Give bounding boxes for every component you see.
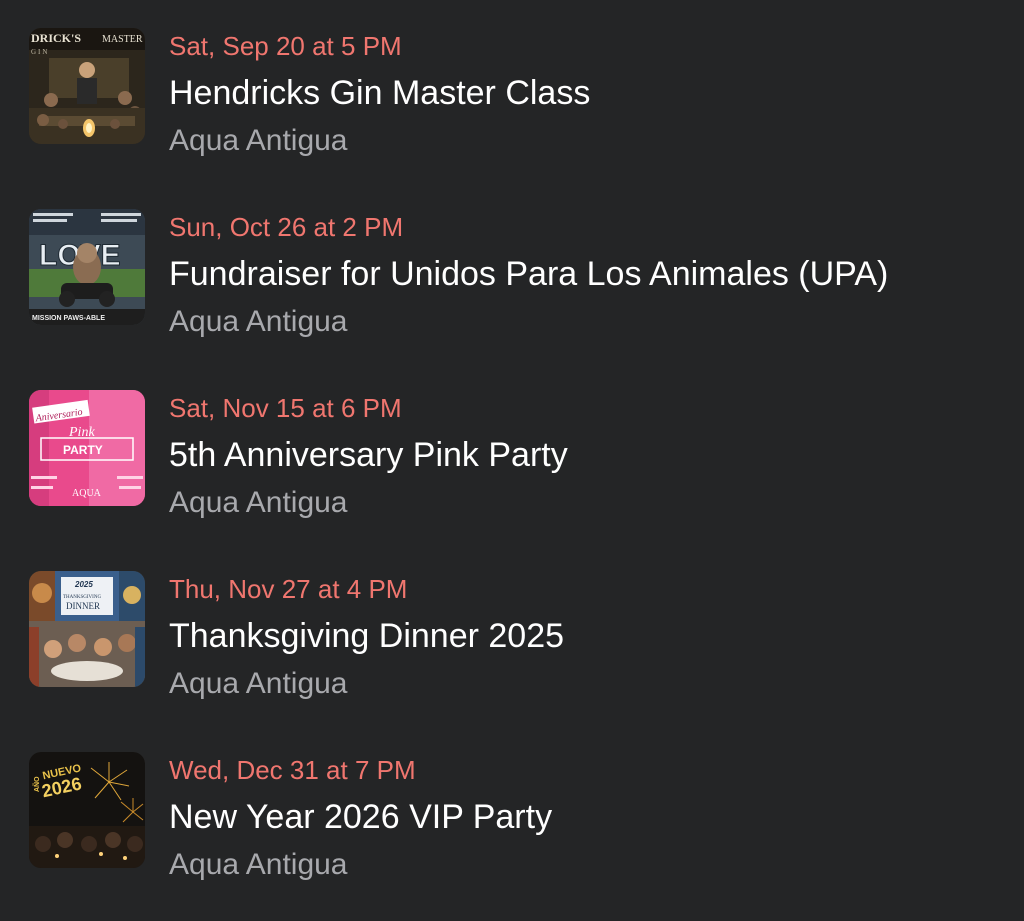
event-item-upa-fundraiser[interactable]: LOVE MISSION PAWS-ABLE Sun, Oct 26 at 2 … <box>0 181 1024 351</box>
event-venue: Aqua Antigua <box>169 667 348 700</box>
event-title[interactable]: 5th Anniversary Pink Party <box>169 434 568 476</box>
thumb-text: GIN <box>31 48 49 56</box>
event-date: Sun, Oct 26 at 2 PM <box>169 212 404 242</box>
event-date: Sat, Nov 15 at 6 PM <box>169 393 402 423</box>
event-item-hendricks[interactable]: DRICK'S MASTER GIN Sat, Sep 20 at 5 PM H… <box>0 0 1024 170</box>
thumb-text: PARTY <box>63 443 103 457</box>
events-list: DRICK'S MASTER GIN Sat, Sep 20 at 5 PM H… <box>0 0 1024 921</box>
event-title[interactable]: Fundraiser for Unidos Para Los Animales … <box>169 253 888 295</box>
event-venue: Aqua Antigua <box>169 305 348 338</box>
event-venue: Aqua Antigua <box>169 124 348 157</box>
event-date: Wed, Dec 31 at 7 PM <box>169 755 416 785</box>
thumb-text: 2025 <box>74 580 93 589</box>
event-venue: Aqua Antigua <box>169 486 348 519</box>
event-date: Sat, Sep 20 at 5 PM <box>169 31 402 61</box>
event-title[interactable]: Thanksgiving Dinner 2025 <box>169 615 564 657</box>
thumb-text: DRICK'S <box>31 31 81 45</box>
thumb-text: THANKSGIVING <box>63 595 101 600</box>
thumb-text: AQUA <box>72 488 102 499</box>
thanksgiving-collage[interactable]: 2025 THANKSGIVING DINNER <box>29 571 145 687</box>
event-title[interactable]: New Year 2026 VIP Party <box>169 796 552 838</box>
event-item-thanksgiving[interactable]: 2025 THANKSGIVING DINNER Thu, Nov 27 at … <box>0 543 1024 713</box>
event-item-pink-party[interactable]: Aniversario Pink PARTY AQUA Sat, Nov 15 … <box>0 362 1024 532</box>
fireworks-party-photo[interactable]: AÑO NUEVO 2026 <box>29 752 145 868</box>
thumb-text: DINNER <box>66 601 100 611</box>
event-title[interactable]: Hendricks Gin Master Class <box>169 72 590 114</box>
pink-party-poster[interactable]: Aniversario Pink PARTY AQUA <box>29 390 145 506</box>
event-item-new-year[interactable]: AÑO NUEVO 2026 Wed, Dec 31 at 7 PM New Y… <box>0 724 1024 894</box>
love-dog-poster[interactable]: LOVE MISSION PAWS-ABLE <box>29 209 145 325</box>
event-date: Thu, Nov 27 at 4 PM <box>169 574 408 604</box>
thumb-text: MISSION PAWS-ABLE <box>32 315 105 322</box>
event-venue: Aqua Antigua <box>169 848 348 881</box>
gin-masterclass-photo[interactable]: DRICK'S MASTER GIN <box>29 28 145 144</box>
thumb-text: MASTER <box>102 34 143 45</box>
